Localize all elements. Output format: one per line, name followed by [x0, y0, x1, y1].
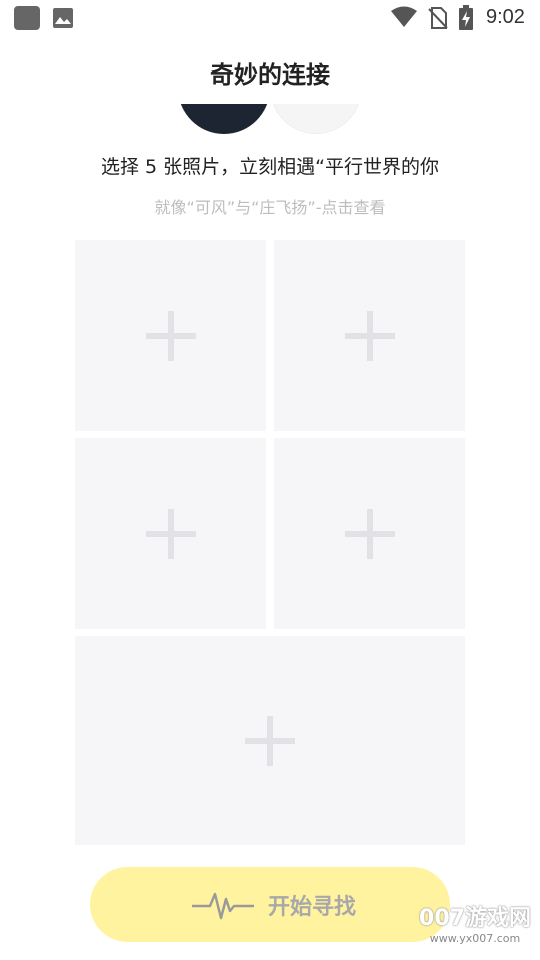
photo-slot-2[interactable]	[274, 240, 465, 431]
photo-slot-5[interactable]	[75, 636, 465, 845]
status-bar: 9:02	[0, 0, 540, 36]
watermark-brand: 007游戏网	[419, 906, 531, 931]
wifi-icon	[391, 6, 417, 27]
plus-icon	[145, 508, 196, 559]
battery-charging-icon	[459, 5, 473, 30]
example-avatars[interactable]	[170, 104, 370, 134]
page-title: 奇妙的连接	[210, 61, 330, 89]
clock: 9:02	[486, 6, 525, 28]
photo-slot-1[interactable]	[75, 240, 266, 431]
watermark: 007游戏网 www.yx007.com	[410, 906, 540, 946]
photo-slot-3[interactable]	[75, 438, 266, 629]
app-notification-icon	[14, 6, 40, 30]
plus-icon	[344, 508, 395, 559]
instruction-text: 选择 5 张照片，立刻相遇“平行世界的你	[100, 156, 439, 178]
plus-icon	[245, 715, 295, 766]
avatar[interactable]	[178, 104, 270, 134]
plus-icon	[145, 310, 196, 361]
start-search-label: 开始寻找	[268, 895, 357, 920]
plus-icon	[344, 310, 395, 361]
photo-slot-4[interactable]	[274, 438, 465, 629]
image-notification-icon	[53, 8, 73, 28]
start-search-button[interactable]: 开始寻找	[90, 867, 450, 942]
no-sim-icon	[428, 7, 448, 29]
example-link[interactable]: 就像“可风”与“庄飞扬”-点击查看	[0, 194, 540, 218]
watermark-url: www.yx007.com	[429, 932, 521, 945]
pulse-icon	[192, 892, 254, 920]
avatar[interactable]	[270, 104, 362, 134]
